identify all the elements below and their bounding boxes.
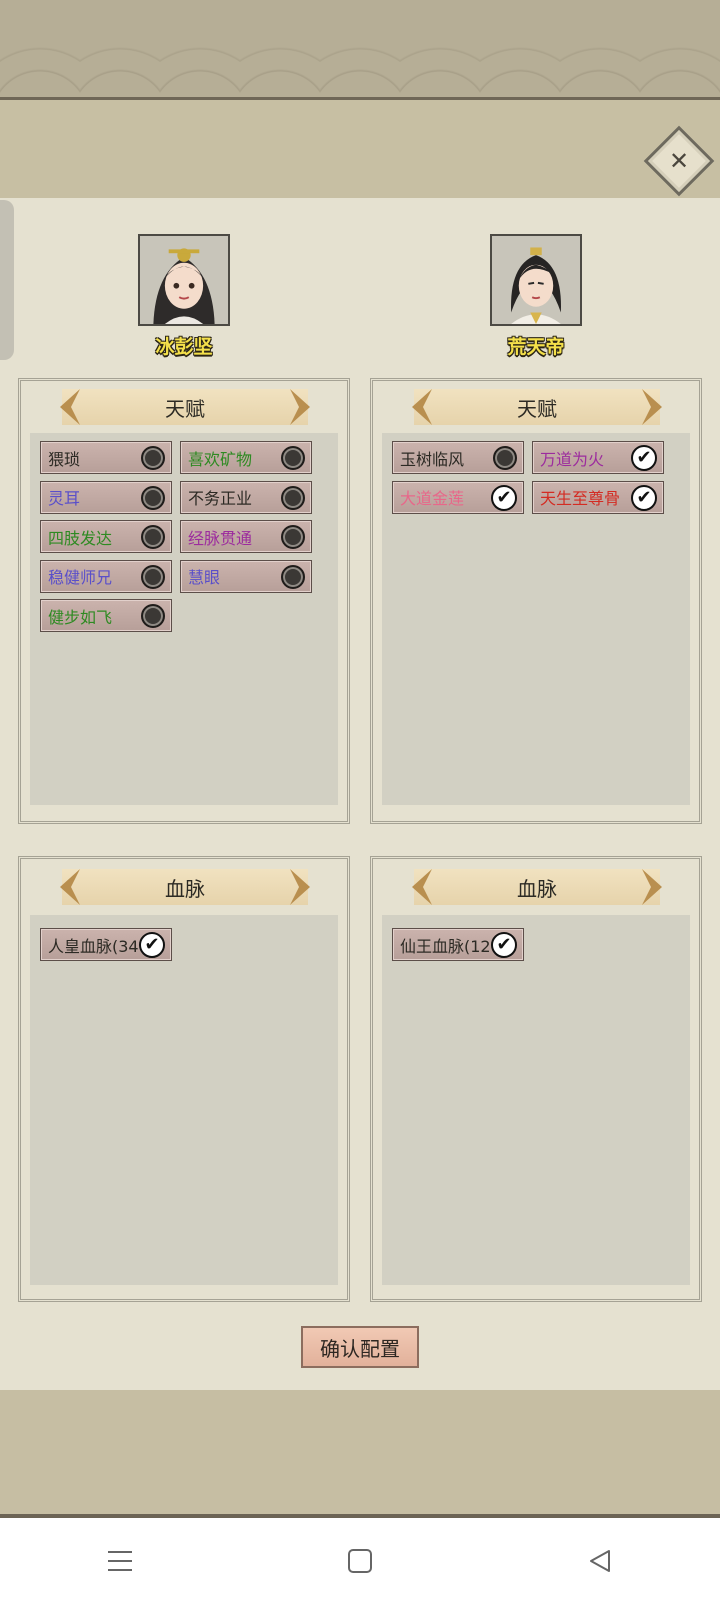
bloodline-panel-left: 血脉: [18, 856, 350, 1302]
talent-tag[interactable]: 四肢发达: [40, 520, 172, 553]
unselected-dot-icon: [493, 446, 517, 470]
next-arrow-icon[interactable]: [290, 869, 310, 905]
bloodline-tag[interactable]: 仙王血脉(12 ✔: [392, 928, 524, 961]
checkmark-icon: ✔: [631, 445, 657, 471]
prev-arrow-icon[interactable]: [60, 869, 80, 905]
talent-tag[interactable]: 灵耳: [40, 480, 172, 514]
tag-label: 猥琐: [48, 449, 81, 469]
tag-label: 玉树临风: [400, 449, 465, 469]
bloodline-panel-right: 血脉: [370, 856, 702, 1302]
checkmark-icon: ✔: [631, 484, 657, 511]
bottom-decorative-band: [0, 1390, 720, 1518]
tag-label: 不务正业: [188, 489, 253, 508]
unselected-dot-icon: [141, 564, 165, 589]
character-name-right: 荒天帝: [507, 336, 565, 358]
back-triangle-icon[interactable]: [580, 1541, 620, 1581]
talent-tag[interactable]: 健步如飞: [40, 599, 172, 632]
unselected-dot-icon: [281, 525, 305, 549]
prev-arrow-icon[interactable]: [60, 389, 80, 425]
unselected-dot-icon: [141, 446, 165, 470]
unselected-dot-icon: [141, 525, 165, 549]
tag-label: 万道为火: [540, 449, 605, 469]
bloodline-header-right: 血脉: [412, 869, 662, 905]
tag-label: 健步如飞: [48, 607, 113, 627]
tag-label: 天生至尊骨: [540, 489, 621, 508]
home-square-icon[interactable]: [340, 1541, 380, 1581]
checkmark-icon: ✔: [491, 932, 517, 958]
avatar-left[interactable]: [138, 234, 230, 326]
checkmark-icon: ✔: [491, 484, 517, 511]
talent-header-left: 天赋: [60, 389, 310, 425]
bloodline-list-area-left: [30, 915, 338, 1285]
unselected-dot-icon: [281, 485, 305, 510]
male-portrait-icon: [492, 236, 580, 324]
talent-tag[interactable]: 大道金莲 ✔: [392, 480, 524, 514]
talent-tag[interactable]: 万道为火 ✔: [532, 441, 664, 474]
female-portrait-icon: [140, 236, 228, 324]
panel-title: 天赋: [165, 396, 205, 421]
next-arrow-icon[interactable]: [290, 389, 310, 425]
talent-tag[interactable]: 猥琐: [40, 441, 172, 474]
talent-tag[interactable]: 经脉贯通: [180, 520, 312, 553]
system-navbar: [0, 1518, 720, 1604]
unselected-dot-icon: [141, 485, 165, 510]
talent-tag[interactable]: 天生至尊骨 ✔: [532, 480, 664, 514]
unselected-dot-icon: [281, 564, 305, 589]
menu-icon[interactable]: [100, 1541, 140, 1581]
prev-arrow-icon[interactable]: [412, 869, 432, 905]
character-name-left: 冰彭坚: [155, 336, 213, 358]
tag-label: 慧眼: [188, 568, 221, 587]
close-icon: ✕: [668, 146, 690, 175]
tag-label: 灵耳: [48, 489, 81, 508]
bloodline-list-area-right: [382, 915, 690, 1285]
next-arrow-icon[interactable]: [642, 389, 662, 425]
header-strip: [0, 100, 720, 198]
tag-label: 大道金莲: [400, 489, 465, 508]
tag-label: 人皇血脉(34: [48, 936, 139, 956]
panel-title: 血脉: [517, 876, 557, 901]
avatar-right[interactable]: [490, 234, 582, 326]
next-arrow-icon[interactable]: [642, 869, 662, 905]
tag-label: 仙王血脉(12: [400, 936, 491, 956]
panel-title: 天赋: [517, 396, 557, 421]
talent-tag[interactable]: 不务正业: [180, 480, 312, 514]
bloodline-header-left: 血脉: [60, 869, 310, 905]
tag-label: 四肢发达: [48, 528, 113, 548]
talent-tag[interactable]: 喜欢矿物: [180, 441, 312, 474]
prev-arrow-icon[interactable]: [412, 389, 432, 425]
panel-title: 血脉: [165, 876, 205, 901]
bloodline-tag[interactable]: 人皇血脉(34 ✔: [40, 928, 172, 961]
unselected-dot-icon: [281, 446, 305, 470]
tag-label: 稳健师兄: [48, 568, 113, 587]
checkmark-icon: ✔: [139, 932, 165, 958]
tag-label: 经脉贯通: [188, 528, 253, 548]
side-drawer-handle[interactable]: [0, 200, 14, 360]
top-decorative-band: [0, 0, 720, 100]
talent-tag[interactable]: 玉树临风: [392, 441, 524, 474]
talent-tag[interactable]: 慧眼: [180, 559, 312, 593]
talent-header-right: 天赋: [412, 389, 662, 425]
confirm-config-button[interactable]: 确认配置: [301, 1326, 419, 1368]
tag-label: 喜欢矿物: [188, 449, 253, 469]
talent-tag[interactable]: 稳健师兄: [40, 559, 172, 593]
unselected-dot-icon: [141, 604, 165, 628]
